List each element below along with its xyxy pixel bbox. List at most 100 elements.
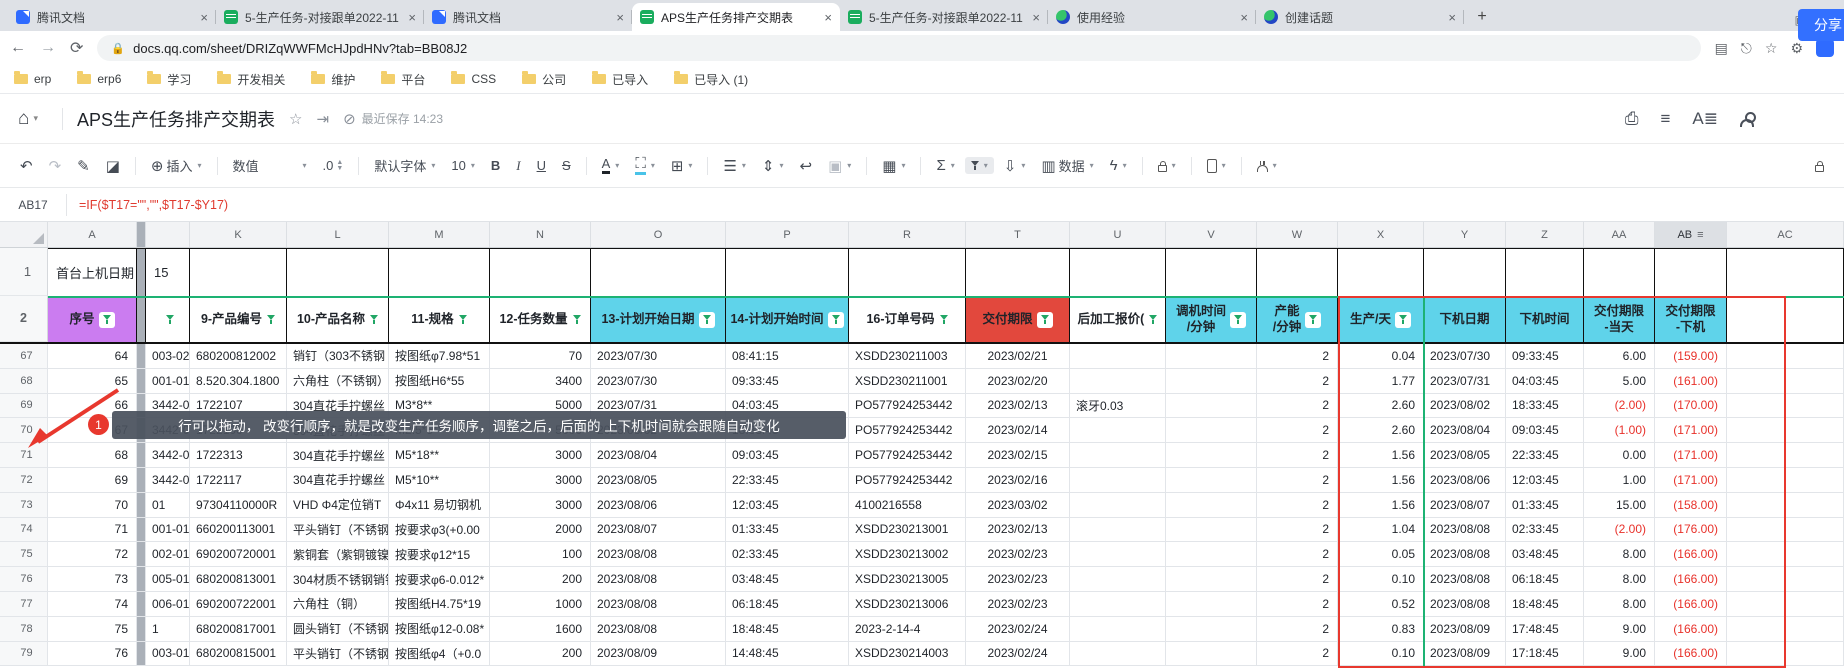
cell-y79[interactable]: 2023/08/09	[1424, 642, 1506, 667]
cell-z73[interactable]: 01:33:45	[1506, 493, 1584, 518]
cell-a70[interactable]: 67	[48, 418, 137, 443]
cell-m67[interactable]: 按图纸φ7.98*51	[389, 344, 490, 369]
cell-w79[interactable]: 2	[1257, 642, 1338, 667]
cell-m75[interactable]: 按要求φ12*15	[389, 542, 490, 567]
cell-z68[interactable]: 04:03:45	[1506, 369, 1584, 394]
cell-ac68[interactable]	[1727, 369, 1844, 394]
cell-o70[interactable]: 2023/08/02	[591, 418, 726, 443]
cell-m79[interactable]: 按图纸φ4（+0.0	[389, 642, 490, 667]
cell-z75[interactable]: 03:48:45	[1506, 542, 1584, 567]
row-number[interactable]: 76	[0, 567, 48, 592]
forward-icon[interactable]: →	[40, 39, 56, 57]
cell-x1[interactable]	[1338, 248, 1424, 296]
cell-u78[interactable]	[1070, 617, 1166, 642]
cell-p1[interactable]	[726, 248, 849, 296]
new-tab-button[interactable]: +	[1470, 5, 1494, 29]
cell-v1[interactable]	[1166, 248, 1257, 296]
cell-n78[interactable]: 1600	[490, 617, 591, 642]
cell-m74[interactable]: 按要求φ3(+0.00	[389, 518, 490, 543]
reading-list-icon[interactable]: ▤	[1715, 40, 1728, 57]
cell-r74[interactable]: XSDD230213001	[849, 518, 966, 543]
column-header-w[interactable]: 产能 /分钟	[1257, 296, 1338, 342]
sort-button[interactable]: ⇩▾	[998, 153, 1032, 179]
cell-k69[interactable]: 1722107	[190, 394, 287, 419]
cell-ab79[interactable]: (166.00)	[1655, 642, 1727, 667]
bookmark-item[interactable]: erp6	[77, 72, 121, 86]
horizontal-align-button[interactable]: ☰▾	[717, 153, 751, 179]
addons-button[interactable]: ▾	[1251, 155, 1283, 176]
cell-o78[interactable]: 2023/08/08	[591, 617, 726, 642]
cell-a69[interactable]: 66	[48, 394, 137, 419]
row-number[interactable]: 68	[0, 369, 48, 394]
cell-v72[interactable]	[1166, 468, 1257, 493]
cell-x74[interactable]: 1.04	[1338, 518, 1424, 543]
cell-u69[interactable]: 滚牙0.03	[1070, 394, 1166, 419]
cell-n79[interactable]: 200	[490, 642, 591, 667]
cell-x69[interactable]: 2.60	[1338, 394, 1424, 419]
cell-x78[interactable]: 0.83	[1338, 617, 1424, 642]
column-header-m[interactable]: 11-规格	[389, 296, 490, 342]
bookmark-star-icon[interactable]: ☆	[1765, 40, 1778, 57]
cell-a73[interactable]: 70	[48, 493, 137, 518]
filter-icon[interactable]	[370, 315, 378, 324]
cell-o1[interactable]	[591, 248, 726, 296]
row-number[interactable]: 79	[0, 642, 48, 667]
cell-a68[interactable]: 65	[48, 369, 137, 394]
insert-button[interactable]: ⊕插入▾	[145, 152, 208, 179]
cell-r68[interactable]: XSDD230211001	[849, 369, 966, 394]
browser-tab[interactable]: APS生产任务排产交期表 ×	[632, 3, 840, 31]
cell-ab67[interactable]: (159.00)	[1655, 344, 1727, 369]
home-icon[interactable]: ⌂	[18, 108, 29, 130]
cell-o71[interactable]: 2023/08/04	[591, 443, 726, 468]
cell-z67[interactable]: 09:33:45	[1506, 344, 1584, 369]
column-letter-A[interactable]: A	[48, 222, 137, 247]
image-chart-button[interactable]: ▦▾	[876, 153, 911, 179]
cell-y75[interactable]: 2023/08/08	[1424, 542, 1506, 567]
cell-w74[interactable]: 2	[1257, 518, 1338, 543]
cell-ab76[interactable]: (166.00)	[1655, 567, 1727, 592]
cell-y70[interactable]: 2023/08/04	[1424, 418, 1506, 443]
font-size-select[interactable]: 10▾	[445, 154, 480, 177]
cell-ac75[interactable]	[1727, 542, 1844, 567]
cell-l78[interactable]: 圆头销钉（不锈钢	[287, 617, 389, 642]
cell-ab77[interactable]: (166.00)	[1655, 592, 1727, 617]
cell-v77[interactable]	[1166, 592, 1257, 617]
filter-icon[interactable]	[99, 312, 115, 328]
cell-u79[interactable]	[1070, 642, 1166, 667]
cell-aa73[interactable]: 15.00	[1584, 493, 1655, 518]
cell-x79[interactable]: 0.10	[1338, 642, 1424, 667]
cell-w76[interactable]: 2	[1257, 567, 1338, 592]
cell-x77[interactable]: 0.52	[1338, 592, 1424, 617]
column-letter-O[interactable]: O	[591, 222, 726, 247]
cell-ac79[interactable]	[1727, 642, 1844, 667]
number-format-select[interactable]: 数值▾	[227, 152, 313, 179]
cell-p77[interactable]: 06:18:45	[726, 592, 849, 617]
cell-y74[interactable]: 2023/08/08	[1424, 518, 1506, 543]
column-letter-U[interactable]: U	[1070, 222, 1166, 247]
cell-n72[interactable]: 3000	[490, 468, 591, 493]
cell-a77[interactable]: 74	[48, 592, 137, 617]
cell-l75[interactable]: 紫铜套（紫铜镀镍	[287, 542, 389, 567]
cell-p71[interactable]: 09:03:45	[726, 443, 849, 468]
cell-u67[interactable]	[1070, 344, 1166, 369]
cell-a78[interactable]: 75	[48, 617, 137, 642]
row-number[interactable]: 71	[0, 443, 48, 468]
cell-t68[interactable]: 2023/02/20	[966, 369, 1070, 394]
column-header-x[interactable]: 生产/天	[1338, 296, 1424, 342]
star-icon[interactable]: ☆	[289, 110, 302, 128]
cell-a75[interactable]: 72	[48, 542, 137, 567]
column-letter-Z[interactable]: Z	[1506, 222, 1584, 247]
cell-n70[interactable]: 5000	[490, 418, 591, 443]
cell-aa79[interactable]: 9.00	[1584, 642, 1655, 667]
cell-z77[interactable]: 18:48:45	[1506, 592, 1584, 617]
cell-j73[interactable]: 01	[146, 493, 190, 518]
column-letter-N[interactable]: N	[490, 222, 591, 247]
bookmark-item[interactable]: 平台	[381, 71, 425, 88]
filter-icon[interactable]	[940, 315, 948, 324]
row-number[interactable]: 2	[0, 296, 48, 342]
cell-u74[interactable]	[1070, 518, 1166, 543]
column-letter-R[interactable]: R◂▸	[849, 222, 966, 247]
column-header-u[interactable]: 后加工报价(	[1070, 296, 1166, 342]
cell-r77[interactable]: XSDD230213006	[849, 592, 966, 617]
cell-p78[interactable]: 18:48:45	[726, 617, 849, 642]
